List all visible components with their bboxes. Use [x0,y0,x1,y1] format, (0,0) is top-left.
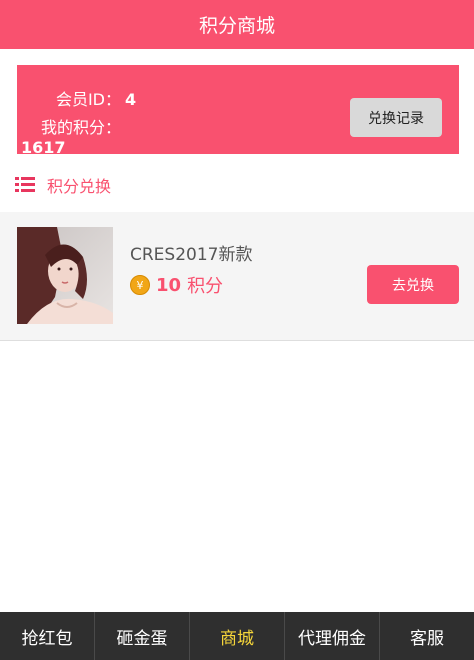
exchange-record-button[interactable]: 兑换记录 [350,98,442,137]
nav-item-golden-egg[interactable]: 砸金蛋 [95,612,190,660]
member-id-value: 4 [125,90,137,109]
product-price: ¥ 10 积分 [130,272,223,298]
member-points-row: 我的积分：1617 [17,114,149,157]
coin-icon: ¥ [130,275,150,295]
nav-item-mall[interactable]: 商城 [190,612,285,660]
exchange-button[interactable]: 去兑换 [367,265,459,304]
list-icon [15,177,35,193]
top-bar: 积分商城 [0,0,474,49]
member-points-value: 1617 [21,138,66,157]
nav-item-customer-service[interactable]: 客服 [380,612,474,660]
points-mall-page: 积分商城 会员ID： 4 我的积分：1617 兑换记录 积分兑换 CRES201… [0,0,474,660]
product-points-unit: 积分 [187,276,224,297]
product-item[interactable]: CRES2017新款 ¥ 10 积分 去兑换 [0,212,474,341]
section-title: 积分兑换 [47,177,112,196]
product-name[interactable]: CRES2017新款 [130,240,252,265]
product-image[interactable] [17,227,113,324]
page-title: 积分商城 [198,15,275,37]
member-card: 会员ID： 4 我的积分：1617 兑换记录 [17,65,459,157]
product-points-value: 10 [156,274,182,296]
nav-item-red-packet[interactable]: 抢红包 [0,612,95,660]
bottom-nav: 抢红包 砸金蛋 商城 代理佣金 客服 [0,612,474,660]
member-points-label: 我的积分： [40,118,121,137]
section-header: 积分兑换 [15,172,111,198]
member-id-label: 会员ID： [55,90,121,109]
member-id-row: 会员ID： 4 [17,86,149,110]
nav-item-agent-commission[interactable]: 代理佣金 [285,612,380,660]
